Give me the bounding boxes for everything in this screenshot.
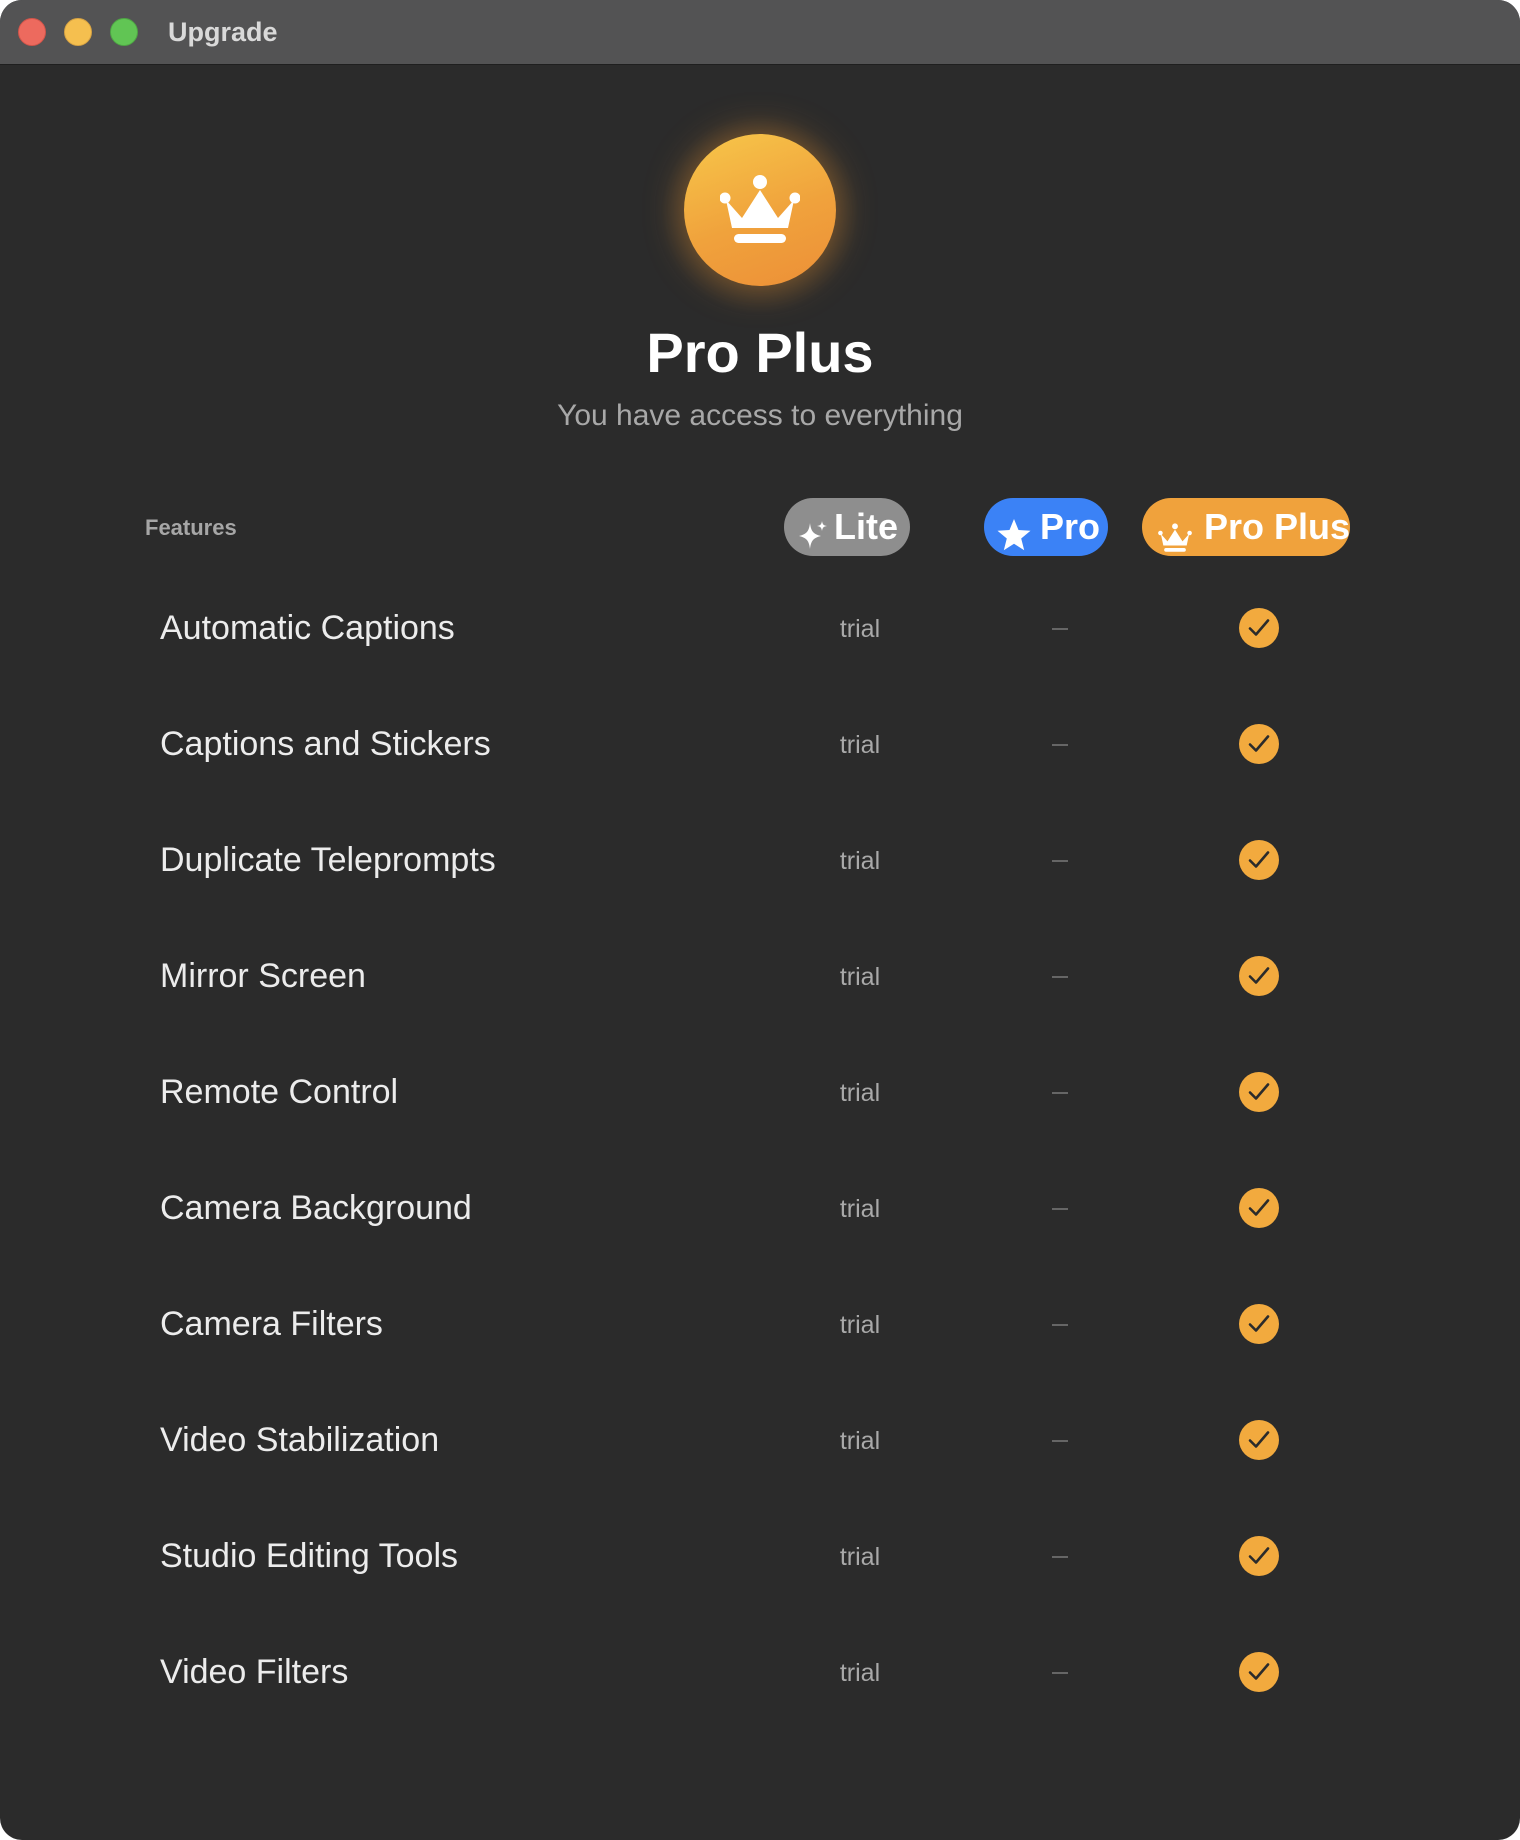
feature-name: Mirror Screen bbox=[160, 957, 366, 995]
table-row: Video Filters trial bbox=[0, 1614, 1520, 1730]
pro-not-included-dash bbox=[1052, 1556, 1068, 1558]
checkmark-icon bbox=[1239, 608, 1279, 648]
table-row: Captions and Stickers trial bbox=[0, 686, 1520, 802]
table-row: Mirror Screen trial bbox=[0, 918, 1520, 1034]
lite-availability: trial bbox=[839, 1427, 881, 1455]
lite-availability: trial bbox=[839, 963, 881, 991]
pro-not-included-dash bbox=[1052, 1208, 1068, 1210]
table-row: Video Stabilization trial bbox=[0, 1382, 1520, 1498]
upgrade-window: Upgrade Pro Plus You have access to ever… bbox=[0, 0, 1520, 1840]
table-row: Duplicate Teleprompts trial bbox=[0, 802, 1520, 918]
checkmark-icon bbox=[1239, 1652, 1279, 1692]
pro-not-included-dash bbox=[1052, 1440, 1068, 1442]
table-row: Remote Control trial bbox=[0, 1034, 1520, 1150]
lite-availability: trial bbox=[839, 1311, 881, 1339]
pro-not-included-dash bbox=[1052, 976, 1068, 978]
table-row: Studio Editing Tools trial bbox=[0, 1498, 1520, 1614]
title-bar: Upgrade bbox=[0, 0, 1520, 65]
lite-availability: trial bbox=[839, 1543, 881, 1571]
feature-name: Camera Filters bbox=[160, 1305, 383, 1343]
pro-not-included-dash bbox=[1052, 744, 1068, 746]
feature-name: Video Filters bbox=[160, 1653, 349, 1691]
feature-name: Remote Control bbox=[160, 1073, 399, 1111]
close-window-button[interactable] bbox=[18, 18, 46, 46]
feature-name: Camera Background bbox=[160, 1189, 472, 1227]
pro-not-included-dash bbox=[1052, 860, 1068, 862]
pro-not-included-dash bbox=[1052, 1324, 1068, 1326]
checkmark-icon bbox=[1239, 1536, 1279, 1576]
plan-subtitle: You have access to everything bbox=[557, 399, 963, 432]
checkmark-icon bbox=[1239, 724, 1279, 764]
checkmark-icon bbox=[1239, 1420, 1279, 1460]
feature-name: Video Stabilization bbox=[160, 1421, 440, 1459]
feature-name: Studio Editing Tools bbox=[160, 1537, 459, 1575]
pro-not-included-dash bbox=[1052, 1092, 1068, 1094]
checkmark-icon bbox=[1239, 840, 1279, 880]
sparkles-icon bbox=[798, 511, 828, 569]
window-title: Upgrade bbox=[168, 17, 278, 47]
zoom-window-button[interactable] bbox=[110, 18, 138, 46]
pro-not-included-dash bbox=[1052, 1672, 1068, 1674]
lite-availability: trial bbox=[839, 615, 881, 643]
tier-pro-plus-label: Pro Plus bbox=[1204, 506, 1351, 547]
minimize-window-button[interactable] bbox=[64, 18, 92, 46]
feature-name: Automatic Captions bbox=[160, 609, 455, 647]
lite-availability: trial bbox=[839, 847, 881, 875]
tier-pro-badge[interactable]: Pro bbox=[984, 498, 1108, 556]
tier-lite-label: Lite bbox=[834, 506, 899, 547]
tier-lite-badge[interactable]: Lite bbox=[784, 498, 910, 556]
feature-name: Duplicate Teleprompts bbox=[160, 841, 496, 879]
features-column-header: Features bbox=[145, 515, 237, 540]
lite-availability: trial bbox=[839, 1659, 881, 1687]
table-row: Camera Background trial bbox=[0, 1150, 1520, 1266]
checkmark-icon bbox=[1239, 956, 1279, 996]
table-row: Camera Filters trial bbox=[0, 1266, 1520, 1382]
checkmark-icon bbox=[1239, 1188, 1279, 1228]
plan-title: Pro Plus bbox=[646, 321, 874, 384]
lite-availability: trial bbox=[839, 1079, 881, 1107]
tier-pro-label: Pro bbox=[1040, 506, 1101, 547]
table-row: Automatic Captions trial bbox=[0, 570, 1520, 686]
checkmark-icon bbox=[1239, 1304, 1279, 1344]
pro-not-included-dash bbox=[1052, 628, 1068, 630]
checkmark-icon bbox=[1239, 1072, 1279, 1112]
lite-availability: trial bbox=[839, 731, 881, 759]
lite-availability: trial bbox=[839, 1195, 881, 1223]
tier-pro-plus-badge[interactable]: Pro Plus bbox=[1142, 498, 1350, 556]
star-icon bbox=[996, 511, 1032, 569]
crown-icon bbox=[1156, 512, 1194, 570]
crown-icon bbox=[684, 134, 836, 286]
feature-name: Captions and Stickers bbox=[160, 725, 491, 763]
